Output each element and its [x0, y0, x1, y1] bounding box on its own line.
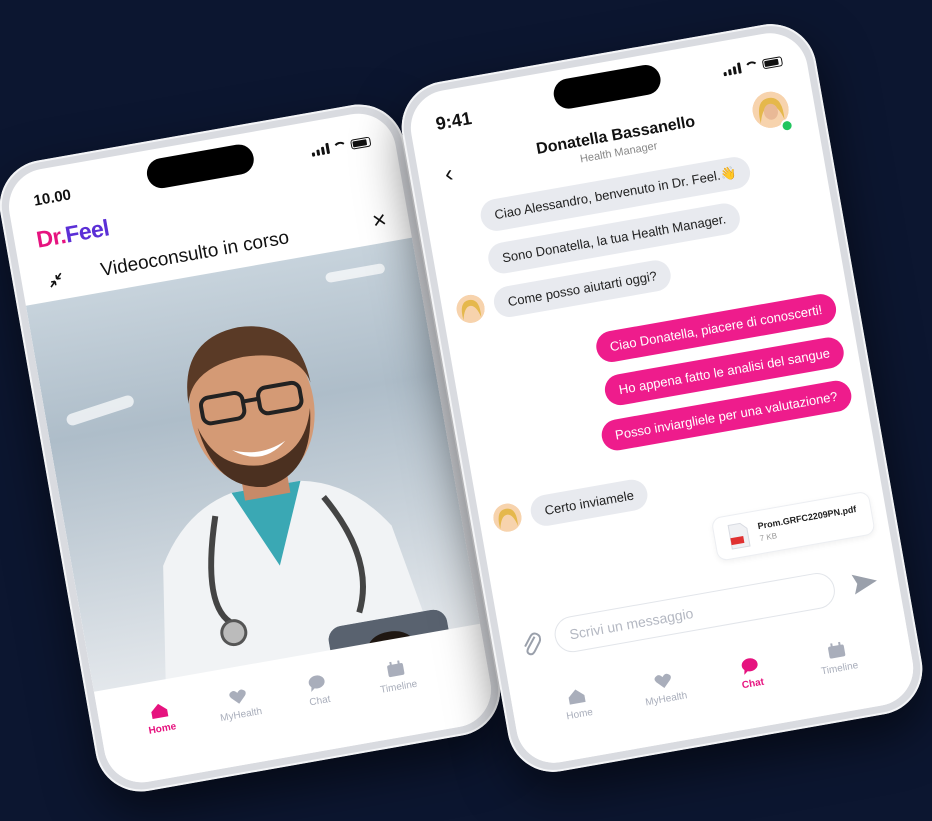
calendar-icon — [387, 660, 405, 678]
pdf-file-icon — [727, 522, 751, 550]
tab-timeline[interactable]: Timeline — [801, 637, 875, 681]
tab-label: Timeline — [820, 660, 860, 678]
tab-home[interactable]: Home — [541, 682, 615, 726]
calendar-icon — [828, 641, 846, 659]
tab-myhealth[interactable]: MyHealth — [202, 683, 276, 727]
signal-icon — [310, 142, 331, 157]
tab-chat[interactable]: Chat — [281, 669, 355, 713]
attachment-info: Prom.GRFC2209PN.pdf 7 KB — [757, 504, 859, 543]
status-icons — [722, 55, 784, 77]
status-icons — [310, 135, 372, 157]
minimize-icon[interactable] — [47, 271, 66, 290]
wifi-icon — [744, 60, 760, 72]
message-bubble: Certo inviamele — [528, 477, 651, 529]
wifi-icon — [332, 140, 348, 152]
status-time: 10.00 — [32, 186, 73, 210]
heart-icon — [229, 689, 246, 704]
marketing-scene: 10.00 Dr.Feel Videoconsulto in corso × H… — [0, 0, 932, 821]
heart-icon — [654, 673, 671, 688]
send-icon[interactable] — [850, 568, 880, 596]
logo-part-feel: Feel — [63, 214, 111, 248]
drfeel-logo: Dr.Feel — [34, 214, 111, 253]
tab-label: MyHealth — [644, 690, 689, 709]
dynamic-island — [144, 142, 257, 191]
sender-avatar — [454, 292, 487, 325]
home-icon — [568, 689, 586, 705]
attach-icon[interactable] — [517, 628, 543, 657]
tab-label: Home — [565, 706, 594, 723]
doctor-video-feed — [25, 237, 481, 696]
logo-part-dr: Dr. — [34, 222, 68, 253]
attachment-card[interactable]: Prom.GRFC2209PN.pdf 7 KB — [710, 490, 876, 562]
tab-label: Home — [147, 721, 178, 737]
tab-label: MyHealth — [219, 705, 264, 725]
close-icon[interactable]: × — [370, 206, 388, 235]
home-icon — [151, 703, 169, 720]
chat-icon — [741, 658, 758, 675]
tab-myhealth[interactable]: MyHealth — [627, 667, 701, 711]
status-time: 9:41 — [434, 107, 474, 134]
tab-home[interactable]: Home — [123, 697, 197, 741]
battery-icon — [761, 55, 784, 69]
dynamic-island — [551, 62, 663, 111]
tab-label: Timeline — [379, 678, 419, 696]
battery-icon — [349, 135, 372, 150]
tab-chat[interactable]: Chat — [714, 652, 788, 696]
sender-avatar — [491, 500, 524, 534]
tab-label: Chat — [308, 693, 332, 709]
tab-timeline[interactable]: Timeline — [360, 655, 434, 699]
tab-label: Chat — [741, 676, 765, 692]
signal-icon — [722, 62, 742, 77]
chat-icon — [308, 675, 325, 693]
